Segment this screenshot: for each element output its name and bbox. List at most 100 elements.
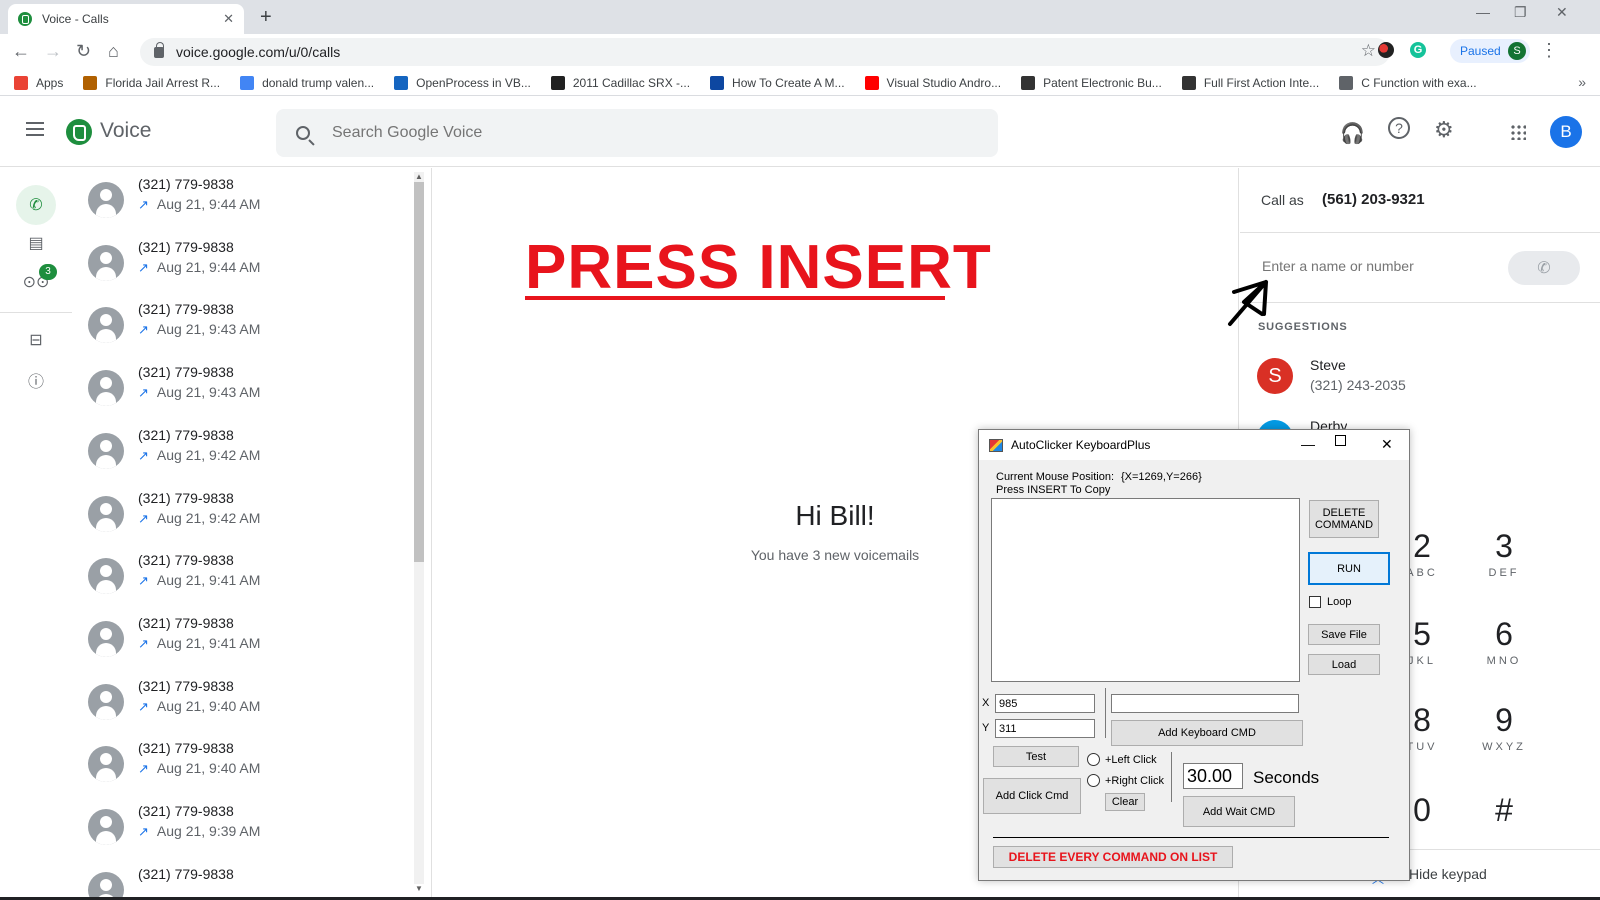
contact-avatar-icon — [88, 495, 124, 532]
bookmark-item[interactable]: How To Create A M... — [710, 75, 845, 90]
extension-icon[interactable] — [1378, 42, 1394, 58]
more-bookmarks-icon[interactable]: » — [1578, 74, 1586, 90]
key-letters: MNO — [1486, 655, 1522, 667]
call-row[interactable]: (321) 779-9838 ↗ Aug 21, 9:39 AM — [88, 801, 408, 861]
call-row[interactable]: (321) 779-9838 ↗ Aug 21, 9:40 AM — [88, 676, 408, 736]
settings-gear-icon[interactable]: ⚙ — [1434, 117, 1454, 143]
call-number: (321) 779-9838 — [138, 364, 234, 381]
apps-grid-icon[interactable] — [1510, 124, 1526, 140]
right-click-radio[interactable] — [1087, 774, 1100, 787]
new-tab-icon[interactable]: + — [260, 6, 272, 29]
delete-all-commands-button[interactable]: DELETE EVERY COMMAND ON LIST — [993, 846, 1233, 868]
user-avatar[interactable]: B — [1550, 116, 1582, 148]
add-wait-cmd-button[interactable]: Add Wait CMD — [1183, 796, 1295, 827]
search-icon[interactable] — [296, 126, 310, 140]
keypad-key[interactable]: 6 MNO — [1474, 616, 1534, 667]
call-row[interactable]: (321) 779-9838 — [88, 864, 408, 900]
call-row[interactable]: (321) 779-9838 ↗ Aug 21, 9:43 AM — [88, 299, 408, 359]
bookmark-item[interactable]: Patent Electronic Bu... — [1021, 75, 1162, 90]
bookmark-item[interactable]: Florida Jail Arrest R... — [83, 75, 220, 90]
forward-icon[interactable]: → — [44, 41, 62, 62]
keypad-key[interactable]: 3 DEF — [1474, 528, 1534, 579]
call-row[interactable]: (321) 779-9838 ↗ Aug 21, 9:42 AM — [88, 425, 408, 485]
grammarly-extension-icon[interactable]: G — [1410, 42, 1426, 58]
add-click-cmd-button[interactable]: Add Click Cmd — [983, 778, 1081, 814]
hide-keypad-button[interactable]: Hide keypad — [1409, 866, 1487, 882]
browser-tab[interactable]: Voice - Calls ✕ — [8, 4, 244, 34]
maximize-icon[interactable] — [1335, 435, 1346, 446]
call-as-number[interactable]: (561) 203-9321 — [1322, 191, 1425, 208]
bookmark-item[interactable]: Full First Action Inte... — [1181, 75, 1319, 90]
bookmark-item[interactable]: Visual Studio Andro... — [864, 75, 1001, 90]
save-file-button[interactable]: Save File — [1308, 624, 1380, 645]
restore-icon[interactable]: ❐ — [1514, 4, 1527, 21]
messages-nav-icon[interactable]: ▤ — [16, 223, 56, 263]
left-click-radio[interactable] — [1087, 753, 1100, 766]
call-row[interactable]: (321) 779-9838 ↗ Aug 21, 9:43 AM — [88, 362, 408, 422]
load-button[interactable]: Load — [1308, 654, 1380, 675]
add-keyboard-cmd-button[interactable]: Add Keyboard CMD — [1111, 720, 1303, 746]
bookmark-item[interactable]: OpenProcess in VB... — [394, 75, 531, 90]
insert-hint: Press INSERT To Copy — [996, 484, 1111, 496]
scroll-down-icon[interactable]: ▼ — [414, 884, 424, 893]
call-row[interactable]: (321) 779-9838 ↗ Aug 21, 9:40 AM — [88, 738, 408, 798]
call-row[interactable]: (321) 779-9838 ↗ Aug 21, 9:41 AM — [88, 613, 408, 673]
search-box[interactable] — [276, 109, 998, 157]
scrollbar-thumb[interactable] — [414, 182, 424, 562]
call-row[interactable]: (321) 779-9838 ↗ Aug 21, 9:42 AM — [88, 488, 408, 548]
browser-menu-icon[interactable]: ⋮ — [1540, 40, 1558, 61]
dial-call-button[interactable]: ✆ — [1508, 251, 1580, 285]
archive-nav-icon[interactable]: ⊟ — [16, 320, 56, 360]
bookmark-item[interactable]: 2011 Cadillac SRX -... — [550, 75, 690, 90]
bookmark-item[interactable]: donald trump valen... — [240, 75, 374, 90]
bookmark-label: OpenProcess in VB... — [416, 75, 531, 90]
app-name[interactable]: Voice — [100, 119, 151, 143]
y-coordinate-field[interactable] — [995, 719, 1095, 738]
dial-input[interactable] — [1262, 258, 1482, 274]
rail-divider — [0, 312, 72, 313]
suggestion-name[interactable]: Steve — [1310, 357, 1346, 373]
minimize-icon[interactable]: — — [1301, 436, 1315, 452]
call-row[interactable]: (321) 779-9838 ↗ Aug 21, 9:41 AM — [88, 550, 408, 610]
window-close-icon[interactable]: ✕ — [1556, 4, 1568, 21]
call-number: (321) 779-9838 — [138, 489, 234, 506]
bookmark-item[interactable]: Apps — [14, 75, 63, 90]
call-row[interactable]: (321) 779-9838 ↗ Aug 21, 9:44 AM — [88, 237, 408, 297]
delete-command-button[interactable]: DELETE COMMAND — [1309, 500, 1379, 538]
reload-icon[interactable]: ↻ — [76, 41, 91, 62]
test-button[interactable]: Test — [993, 746, 1079, 767]
command-list[interactable] — [991, 498, 1300, 682]
keypad-key[interactable]: 9 WXYZ — [1474, 702, 1534, 753]
key-letters: DEF — [1488, 567, 1520, 579]
suggestion-number[interactable]: (321) 243-2035 — [1310, 377, 1406, 393]
autoclicker-titlebar[interactable]: AutoClicker KeyboardPlus — ✕ — [979, 430, 1409, 460]
keypad-key[interactable]: # — [1474, 792, 1534, 829]
window-title: AutoClicker KeyboardPlus — [1011, 438, 1151, 452]
call-number: (321) 779-9838 — [138, 238, 234, 255]
x-coordinate-field[interactable] — [995, 694, 1095, 713]
back-icon[interactable]: ← — [12, 41, 30, 62]
bookmark-star-icon[interactable]: ☆ — [1361, 41, 1376, 61]
call-row[interactable]: (321) 779-9838 ↗ Aug 21, 9:44 AM — [88, 174, 408, 234]
clear-button[interactable]: Clear — [1105, 793, 1145, 811]
bookmark-item[interactable]: C Function with exa... — [1339, 75, 1477, 90]
search-input[interactable] — [332, 124, 932, 142]
profile-button[interactable]: Paused S — [1450, 39, 1530, 63]
calls-nav-icon[interactable]: ✆ — [16, 185, 56, 225]
keyboard-command-field[interactable] — [1111, 694, 1299, 713]
headset-icon[interactable]: 🎧 — [1340, 121, 1365, 146]
help-icon[interactable]: ? — [1388, 117, 1410, 139]
wait-seconds-field[interactable] — [1183, 763, 1243, 789]
spam-nav-icon[interactable]: ⓘ — [16, 360, 56, 400]
address-bar[interactable]: voice.google.com/u/0/calls ☆ — [140, 38, 1390, 66]
voice-logo-icon[interactable] — [66, 119, 92, 145]
minimize-icon[interactable]: — — [1476, 4, 1490, 20]
loop-checkbox[interactable] — [1309, 596, 1321, 608]
main-menu-icon[interactable] — [26, 122, 44, 136]
home-icon[interactable]: ⌂ — [108, 41, 119, 62]
tab-close-icon[interactable]: ✕ — [223, 11, 234, 27]
contact-avatar[interactable]: S — [1257, 358, 1293, 394]
close-icon[interactable]: ✕ — [1381, 436, 1393, 453]
scroll-up-icon[interactable]: ▲ — [414, 172, 424, 181]
run-button[interactable]: RUN — [1308, 552, 1390, 585]
